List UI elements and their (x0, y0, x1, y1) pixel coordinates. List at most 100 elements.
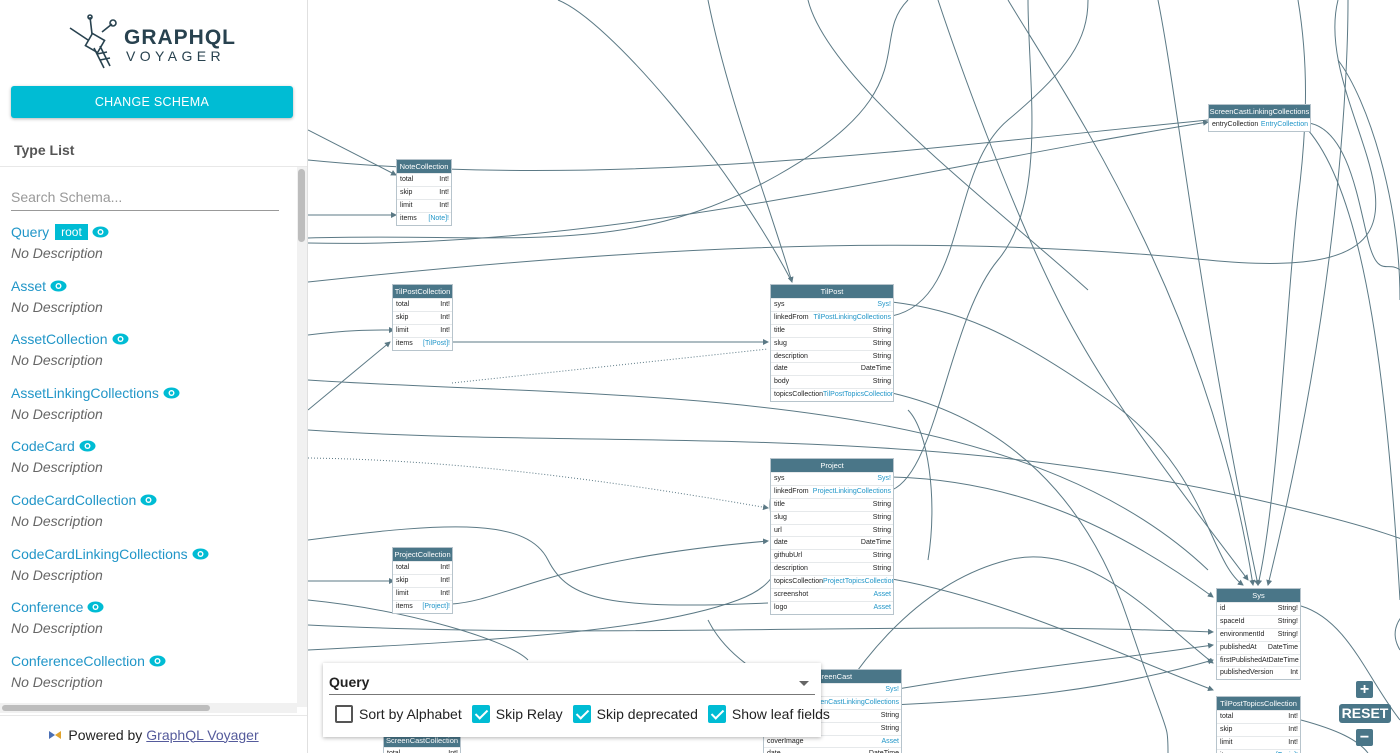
type-name-label[interactable]: CodeCard (11, 438, 75, 454)
field-type[interactable]: ProjectTopicsCollection (823, 576, 893, 588)
type-name-label[interactable]: Query (11, 224, 49, 240)
search-schema-input[interactable] (11, 183, 279, 211)
eye-icon[interactable] (192, 548, 209, 560)
type-name[interactable]: AssetCollection (11, 330, 129, 348)
checkbox[interactable] (335, 705, 353, 723)
eye-icon[interactable] (140, 494, 157, 506)
type-name[interactable]: CodeCardLinkingCollections (11, 545, 209, 563)
node-title[interactable]: ProjectCollection (393, 548, 452, 561)
node-field-row[interactable]: environmentId String! (1217, 627, 1300, 641)
node-field-row[interactable]: skip Int! (393, 310, 452, 324)
node-field-row[interactable]: limit Int! (1217, 735, 1300, 749)
node-title[interactable]: TilPost (771, 285, 893, 298)
node-field-row[interactable]: title String (771, 323, 893, 337)
type-list-item[interactable]: AssetCollection No Description (11, 330, 291, 384)
node-field-row[interactable]: sys Sys! (771, 298, 893, 311)
node-title[interactable]: Sys (1217, 589, 1300, 602)
field-type[interactable]: [Project]! (422, 601, 450, 613)
node-field-row[interactable]: date DateTime (771, 362, 893, 375)
field-type[interactable]: Asset (873, 602, 891, 614)
checkbox[interactable] (471, 705, 490, 723)
node-field-row[interactable]: firstPublishedAt DateTime (1217, 653, 1300, 667)
node-field-row[interactable]: entryCollection EntryCollection (1209, 118, 1310, 131)
field-type[interactable]: [TilPost]! (423, 338, 450, 350)
option-sort-by-alphabet[interactable]: Sort by Alphabet (335, 705, 462, 723)
type-node-tiltopics[interactable]: TilPostTopicsCollection total Int! skip Int!… (1216, 696, 1301, 753)
node-field-row[interactable]: skip Int! (397, 185, 451, 199)
node-field-row[interactable]: linkedFrom ProjectLinkingCollections (771, 484, 893, 498)
type-node-projectcol[interactable]: ProjectCollection total Int! skip Int! limit I… (392, 547, 453, 614)
node-field-row[interactable]: description String (771, 349, 893, 363)
field-type[interactable]: [Note]! (428, 213, 449, 225)
type-node-note[interactable]: NoteCollection total Int! skip Int! limit Int!… (396, 159, 452, 226)
vertical-scrollbar[interactable] (297, 167, 307, 707)
node-field-row[interactable]: body String (771, 375, 893, 388)
type-name[interactable]: CodeCard (11, 437, 96, 455)
node-field-row[interactable]: linkedFrom TilPostLinkingCollections (771, 310, 893, 324)
field-type[interactable]: TilPostTopicsCollection (823, 389, 893, 401)
type-name[interactable]: CodeCardCollection (11, 491, 157, 509)
node-title[interactable]: TilPostTopicsCollection (1217, 697, 1300, 710)
type-list-item[interactable]: CodeCardLinkingCollections No Description (11, 545, 291, 599)
type-name[interactable]: Query root (11, 223, 109, 241)
node-field-row[interactable]: total Int! (397, 173, 451, 186)
node-field-row[interactable]: publishedVersion Int (1217, 666, 1300, 679)
checkbox[interactable] (572, 705, 591, 723)
eye-icon[interactable] (87, 601, 104, 613)
field-type[interactable]: TilPostLinkingCollections (813, 312, 891, 324)
node-field-row[interactable]: total Int! (393, 561, 452, 574)
option-skip-relay[interactable]: Skip Relay (471, 705, 563, 723)
zoom-out-button[interactable]: − (1356, 729, 1373, 746)
type-node-sclink[interactable]: ScreenCastLinkingCollections entryCollect… (1208, 104, 1311, 132)
node-field-row[interactable]: skip Int! (1217, 722, 1300, 736)
eye-icon[interactable] (149, 655, 166, 667)
type-list-item[interactable]: AssetLinkingCollections No Description (11, 384, 291, 438)
type-list-item[interactable]: CodeCard No Description (11, 437, 291, 491)
node-field-row[interactable]: items[Topic]! (1217, 748, 1300, 753)
node-field-row[interactable]: description String (771, 562, 893, 575)
node-field-row[interactable]: topicsCollection TilPostTopicsCollection (771, 388, 893, 401)
node-field-row[interactable]: total Int! (384, 747, 460, 753)
node-field-row[interactable]: slug String (771, 510, 893, 524)
node-field-row[interactable]: limit Int! (397, 198, 451, 212)
type-node-project[interactable]: Project sys Sys! linkedFrom ProjectLinkingCo… (770, 458, 894, 615)
schema-graph-canvas[interactable]: NoteCollection total Int! skip Int! limit Int!… (308, 0, 1400, 753)
eye-icon[interactable] (92, 226, 109, 238)
type-name[interactable]: Asset (11, 277, 67, 295)
type-name-label[interactable]: ConferenceCollection (11, 653, 145, 669)
type-name-label[interactable]: Asset (11, 278, 46, 294)
node-field-row[interactable]: logo Asset (771, 600, 893, 614)
type-list-item[interactable]: Asset No Description (11, 277, 291, 331)
node-field-row[interactable]: items [TilPost]! (393, 336, 452, 350)
scrollbar-thumb[interactable] (298, 169, 305, 242)
node-title[interactable]: TilPostCollection (393, 285, 452, 298)
change-schema-button[interactable]: CHANGE SCHEMA (11, 86, 293, 118)
eye-icon[interactable] (163, 387, 180, 399)
field-type[interactable]: EntryCollection (1261, 119, 1308, 131)
node-field-row[interactable]: items [Note]! (397, 211, 451, 225)
type-name[interactable]: AssetLinkingCollections (11, 384, 180, 402)
node-field-row[interactable]: slug String (771, 336, 893, 350)
node-title[interactable]: ScreenCastLinkingCollections (1209, 105, 1310, 118)
node-field-row[interactable]: title String (771, 497, 893, 511)
type-list-item[interactable]: Query root No Description (11, 223, 291, 277)
horizontal-scrollbar[interactable] (0, 703, 297, 713)
node-field-row[interactable]: date DateTime (764, 747, 901, 753)
type-name-label[interactable]: CodeCardLinkingCollections (11, 546, 188, 562)
node-field-row[interactable]: url String (771, 523, 893, 537)
field-type[interactable]: Asset (873, 589, 891, 601)
node-field-row[interactable]: githubUrl String (771, 549, 893, 562)
node-field-row[interactable]: total Int! (393, 298, 452, 311)
field-type[interactable]: Sys! (877, 473, 891, 485)
type-list-item[interactable]: CodeCardCollection No Description (11, 491, 291, 545)
node-field-row[interactable]: id String! (1217, 602, 1300, 615)
type-name-label[interactable]: Conference (11, 599, 83, 615)
field-type[interactable]: Sys! (877, 299, 891, 311)
type-node-tilpostcol[interactable]: TilPostCollection total Int! skip Int! limit I… (392, 284, 453, 351)
type-name-label[interactable]: AssetLinkingCollections (11, 385, 159, 401)
type-name-label[interactable]: CodeCardCollection (11, 492, 136, 508)
type-node-tilpost[interactable]: TilPost sys Sys! linkedFrom TilPostLinkingCo… (770, 284, 894, 403)
type-name-label[interactable]: AssetCollection (11, 331, 108, 347)
option-show-leaf-fields[interactable]: Show leaf fields (707, 705, 830, 723)
checkbox[interactable] (707, 705, 726, 723)
